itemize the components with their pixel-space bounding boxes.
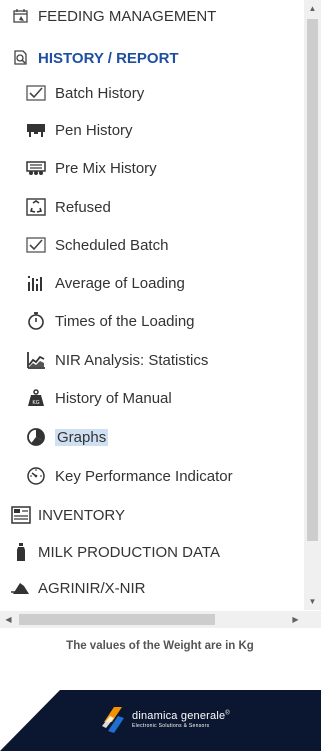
brand-registered-mark: ® (225, 709, 230, 716)
pie-chart-icon (25, 427, 47, 447)
menu-item-refused[interactable]: Refused (25, 194, 111, 220)
gauge-icon (25, 466, 47, 486)
vertical-scroll-thumb[interactable] (307, 19, 318, 541)
menu-item-graphs[interactable]: Graphs (25, 424, 109, 450)
scrollbar-corner (304, 611, 321, 628)
svg-text:KG: KG (32, 400, 39, 406)
menu-item-label: Batch History (55, 84, 145, 102)
menu-inventory[interactable]: INVENTORY (10, 502, 125, 528)
menu-item-history-of-manual[interactable]: KG History of Manual (25, 385, 172, 411)
menu-item-label: Scheduled Batch (55, 236, 169, 254)
vertical-scrollbar[interactable]: ▲ ▼ (304, 0, 321, 610)
feeding-calendar-icon (10, 6, 32, 26)
scroll-left-arrow-icon[interactable]: ◀ (0, 611, 17, 628)
menu-item-label: Pre Mix History (55, 159, 157, 177)
menu-item-scheduled-batch[interactable]: Scheduled Batch (25, 232, 168, 258)
horizontal-scrollbar[interactable]: ◀ ▶ (0, 611, 304, 628)
batch-checkbox-icon (25, 83, 47, 103)
milk-bottle-icon (10, 542, 32, 562)
scroll-up-arrow-icon[interactable]: ▲ (304, 0, 321, 17)
scroll-down-arrow-icon[interactable]: ▼ (304, 593, 321, 610)
menu-history-report[interactable]: HISTORY / REPORT (10, 45, 179, 71)
menu-inventory-label: INVENTORY (38, 506, 125, 524)
menu-item-label: Average of Loading (55, 274, 185, 292)
menu-feeding-management-label: FEEDING MANAGEMENT (38, 7, 217, 25)
brand-banner: dinamica generale® Electronic Solutions … (0, 690, 321, 751)
menu-history-report-label: HISTORY / REPORT (38, 49, 179, 67)
menu-feeding-management[interactable]: FEEDING MANAGEMENT (10, 3, 216, 29)
menu-item-label: Refused (55, 198, 111, 216)
menu-item-pen-history[interactable]: Pen History (25, 117, 133, 143)
bar-average-icon (25, 273, 47, 293)
scroll-right-arrow-icon[interactable]: ▶ (287, 611, 304, 628)
menu-item-label: NIR Analysis: Statistics (55, 351, 209, 369)
menu-item-key-performance-indicator[interactable]: Key Performance Indicator (25, 463, 233, 489)
stopwatch-icon (25, 311, 47, 331)
menu-milk-production-data[interactable]: MILK PRODUCTION DATA (10, 539, 220, 565)
line-chart-icon (25, 350, 47, 370)
report-search-icon (10, 48, 32, 68)
inventory-icon (10, 505, 32, 525)
sidebar-menu: FEEDING MANAGEMENT HISTORY / REPORT Batc… (0, 0, 304, 610)
horizontal-scroll-thumb[interactable] (19, 614, 215, 625)
menu-item-nir-analysis-statistics[interactable]: NIR Analysis: Statistics (25, 347, 208, 373)
menu-milk-production-label: MILK PRODUCTION DATA (38, 543, 220, 561)
menu-item-average-of-loading[interactable]: Average of Loading (25, 270, 185, 296)
menu-agrinir-label: AGRINIR/X-NIR (38, 579, 146, 597)
menu-item-label-selected: Graphs (55, 428, 109, 446)
menu-item-label: Pen History (55, 121, 133, 139)
menu-item-label: History of Manual (55, 389, 172, 407)
dinamica-generale-logo-icon (102, 707, 124, 733)
menu-item-label: Times of the Loading (55, 312, 195, 330)
scheduled-checkbox-icon (25, 235, 47, 255)
cow-icon (25, 120, 47, 140)
agrinir-device-icon (10, 578, 32, 598)
menu-item-batch-history[interactable]: Batch History (25, 80, 144, 106)
sidebar-scroll-pane: FEEDING MANAGEMENT HISTORY / REPORT Batc… (0, 0, 321, 628)
refused-icon (25, 197, 47, 217)
menu-item-label: Key Performance Indicator (55, 467, 233, 485)
weight-unit-note: The values of the Weight are in Kg (66, 640, 254, 652)
menu-item-pre-mix-history[interactable]: Pre Mix History (25, 155, 157, 181)
menu-agrinir-x-nir[interactable]: AGRINIR/X-NIR (10, 575, 146, 601)
brand-name: dinamica generale (132, 709, 226, 722)
mixer-wagon-icon (25, 158, 47, 178)
brand-logo: dinamica generale® Electronic Solutions … (100, 704, 230, 734)
weight-kg-icon: KG (25, 388, 47, 408)
brand-tagline: Electronic Solutions & Sensors (132, 722, 210, 729)
menu-item-times-of-the-loading[interactable]: Times of the Loading (25, 308, 195, 334)
